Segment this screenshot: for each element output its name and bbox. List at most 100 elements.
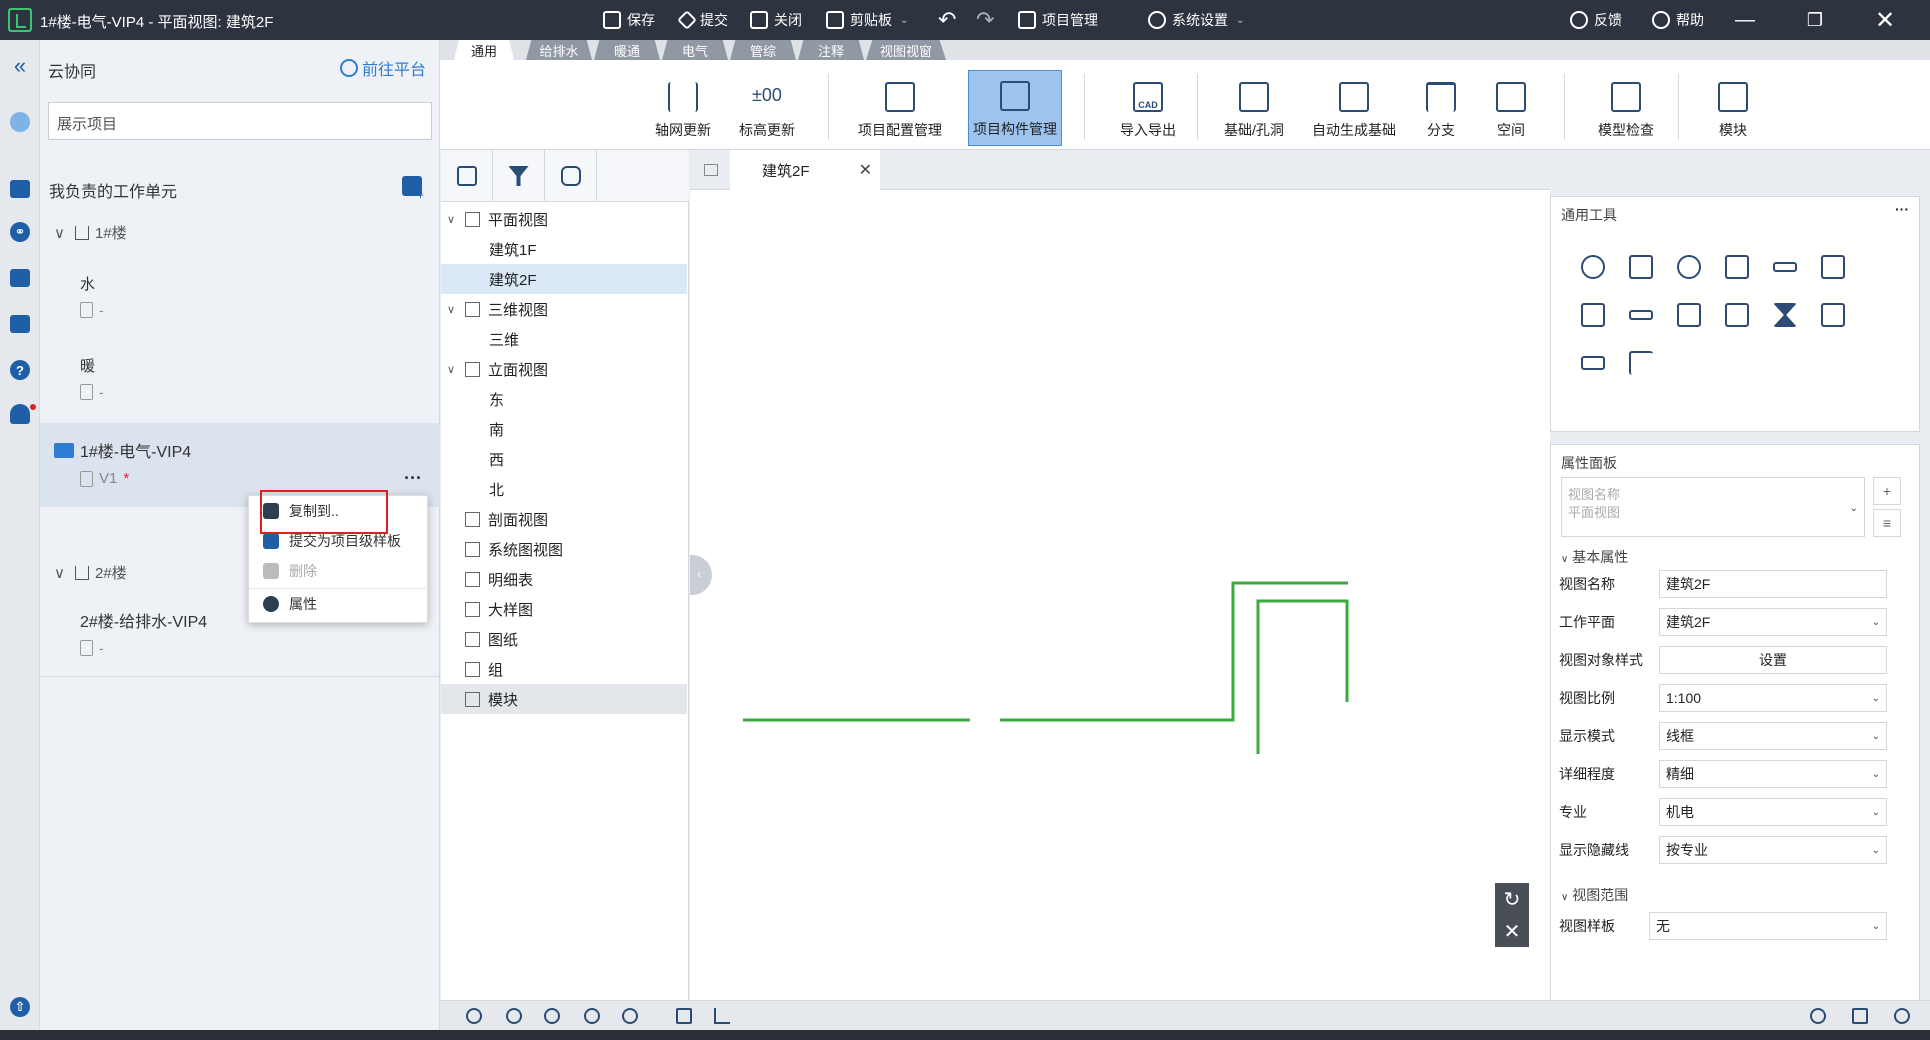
- project-component-button[interactable]: 项目构件管理: [968, 70, 1062, 146]
- move-icon[interactable]: [1581, 255, 1605, 279]
- module-button[interactable]: 模块: [1698, 70, 1768, 146]
- tree-unit-heating-version[interactable]: -: [80, 384, 104, 400]
- drawing-canvas[interactable]: [690, 190, 1550, 1000]
- tree-view-east[interactable]: 东: [441, 384, 687, 414]
- auto-foundation-button[interactable]: 自动生成基础: [1306, 70, 1402, 146]
- tab-list-icon[interactable]: [704, 164, 718, 176]
- rail-cloud-button[interactable]: [8, 110, 32, 134]
- foundation-hole-button[interactable]: 基础/孔洞: [1216, 70, 1292, 146]
- close-tab-button[interactable]: ✕: [859, 160, 872, 180]
- project-config-button[interactable]: 项目配置管理: [852, 70, 948, 146]
- redo-button[interactable]: ↷: [976, 0, 994, 40]
- view-template-select[interactable]: 无 ⌄: [1649, 912, 1887, 940]
- trim-icon[interactable]: [1581, 303, 1605, 327]
- rail-file-button[interactable]: [8, 266, 32, 290]
- browser-panel-toggle[interactable]: [441, 150, 493, 202]
- array-icon[interactable]: [1677, 303, 1701, 327]
- view-name-input[interactable]: 建筑2F: [1659, 570, 1887, 598]
- restore-button[interactable]: ❐: [1792, 0, 1838, 40]
- model-check-button[interactable]: 模型检查: [1586, 70, 1666, 146]
- import-export-button[interactable]: CAD 导入导出: [1110, 70, 1186, 146]
- tree-3d-views[interactable]: ∨ 三维视图: [441, 294, 687, 324]
- offset-icon[interactable]: [1821, 255, 1845, 279]
- level-update-button[interactable]: ±00 标高更新: [730, 70, 804, 146]
- undo-button[interactable]: ↶: [938, 0, 956, 40]
- tree-unit-electrical-version[interactable]: V1 *: [80, 470, 129, 487]
- tree-view-3d[interactable]: 三维: [441, 324, 687, 354]
- zoom-icon[interactable]: [1894, 1008, 1910, 1024]
- rail-model-button[interactable]: [8, 177, 32, 201]
- menu-properties[interactable]: 属性: [249, 588, 429, 618]
- tree-system-views[interactable]: 系统图视图: [441, 534, 687, 564]
- rotate-icon[interactable]: ↻: [1504, 887, 1521, 912]
- tree-unit-heating[interactable]: 暖: [80, 355, 95, 376]
- rotate-icon[interactable]: [1677, 255, 1701, 279]
- collapse-sidebar-button[interactable]: «: [8, 53, 32, 78]
- tab-plumbing[interactable]: 给排水: [526, 40, 592, 60]
- axis-icon[interactable]: [714, 1008, 730, 1024]
- tree-details[interactable]: 大样图: [441, 594, 687, 624]
- tab-view-window[interactable]: 视图视窗: [866, 40, 946, 60]
- section-basic[interactable]: ∨ 基本属性: [1561, 547, 1628, 567]
- help-button[interactable]: 帮助: [1652, 0, 1704, 40]
- submit-button[interactable]: 提交: [677, 0, 728, 40]
- feedback-button[interactable]: 反馈: [1570, 0, 1622, 40]
- browser-3d-button[interactable]: [545, 150, 597, 202]
- minimize-button[interactable]: —: [1722, 0, 1768, 40]
- tools-more-button[interactable]: ···: [1895, 201, 1909, 217]
- close-icon[interactable]: ✕: [1504, 919, 1521, 944]
- rail-upload-button[interactable]: ⇧: [8, 995, 32, 1019]
- work-plane-select[interactable]: 建筑2F ⌄: [1659, 608, 1887, 636]
- tree-unit-plumbing[interactable]: 2#楼-给排水-VIP4: [80, 608, 207, 632]
- tree-sheets[interactable]: 图纸: [441, 624, 687, 654]
- browser-filter-button[interactable]: [493, 150, 545, 202]
- window-close-button[interactable]: ✕: [1862, 0, 1908, 40]
- hidden-lines-select[interactable]: 按专业 ⌄: [1659, 836, 1887, 864]
- tab-hvac[interactable]: 暖通: [594, 40, 660, 60]
- tree-schedules[interactable]: 明细表: [441, 564, 687, 594]
- link-icon[interactable]: [1810, 1008, 1826, 1024]
- list-tree-icon[interactable]: [676, 1008, 692, 1024]
- add-type-button[interactable]: +: [1873, 477, 1901, 505]
- tree-unit-plumbing-version[interactable]: -: [80, 640, 104, 656]
- tree-view-south[interactable]: 南: [441, 414, 687, 444]
- branch-button[interactable]: 分支: [1410, 70, 1472, 146]
- tree-building-1[interactable]: ∨ 1#楼: [40, 222, 440, 243]
- object-style-button[interactable]: 设置: [1659, 646, 1887, 674]
- tree-unit-water[interactable]: 水: [80, 273, 95, 294]
- trash-icon[interactable]: [1821, 303, 1845, 327]
- tree-view-b1f[interactable]: 建筑1F: [441, 234, 687, 264]
- copy-icon[interactable]: [1629, 255, 1653, 279]
- tree-view-north[interactable]: 北: [441, 474, 687, 504]
- tree-elevations[interactable]: ∨ 立面视图: [441, 354, 687, 384]
- split-icon[interactable]: [1773, 262, 1797, 272]
- add-unit-button[interactable]: +: [402, 176, 424, 201]
- tree-modules[interactable]: 模块: [441, 684, 687, 714]
- tree-view-west[interactable]: 西: [441, 444, 687, 474]
- isolate-icon[interactable]: [544, 1008, 560, 1024]
- tree-plan-views[interactable]: ∨ 平面视图: [441, 204, 687, 234]
- align-icon[interactable]: [1725, 255, 1749, 279]
- rail-list-button[interactable]: [8, 312, 32, 336]
- goto-platform-link[interactable]: 前往平台: [340, 56, 426, 80]
- tree-view-b2f[interactable]: 建筑2F: [441, 264, 687, 294]
- detail-level-select[interactable]: 精细 ⌄: [1659, 760, 1887, 788]
- corner-icon[interactable]: [1629, 351, 1653, 375]
- edit-type-button[interactable]: ≡: [1873, 509, 1901, 537]
- close-file-button[interactable]: 关闭: [750, 0, 802, 40]
- rail-notification-button[interactable]: [8, 402, 36, 426]
- project-management-button[interactable]: 项目管理: [1018, 0, 1098, 40]
- tab-annotation[interactable]: 注释: [798, 40, 864, 60]
- section-view-range[interactable]: ∨ 视图范围: [1561, 885, 1628, 905]
- tab-coordination[interactable]: 管综: [730, 40, 796, 60]
- mirror-icon[interactable]: [1773, 303, 1797, 327]
- visibility-icon[interactable]: [622, 1008, 638, 1024]
- bulb-icon[interactable]: [584, 1008, 600, 1024]
- discipline-select[interactable]: 机电 ⌄: [1659, 798, 1887, 826]
- measure-icon[interactable]: [1581, 356, 1605, 370]
- cube-icon[interactable]: [1852, 1008, 1868, 1024]
- more-options-button[interactable]: ···: [404, 468, 422, 489]
- tab-general[interactable]: 通用: [454, 40, 514, 60]
- type-selector[interactable]: 视图名称 平面视图 ⌄: [1561, 477, 1865, 537]
- tree-sections[interactable]: 剖面视图: [441, 504, 687, 534]
